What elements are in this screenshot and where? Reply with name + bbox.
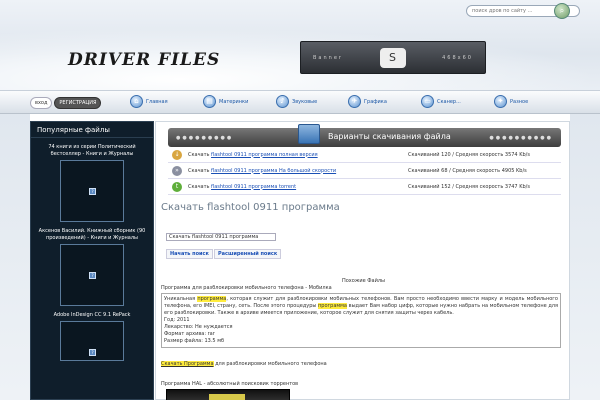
torrent-icon: t [172,181,182,192]
banner-label: Banner [313,54,343,61]
download-stats: Скачиваний 68 / Средняя скорость 4905 Kb… [408,167,527,174]
file-year: Год: 2011 [164,317,190,323]
download-link[interactable]: flashtool 0911 программа На большой скор… [211,168,336,174]
file-format: Формат архива: rar [164,331,215,337]
popular-file-caption[interactable]: Аксенов Василий. Книжный сборник (90 про… [37,228,147,242]
search-query-field[interactable]: Скачать flashtool 0911 программа [166,233,276,241]
desc-text: Уникальная [164,296,198,302]
nav-item-label: Звуковые [292,98,318,105]
popular-file-item[interactable]: Аксенов Василий. Книжный сборник (90 про… [31,228,153,306]
nav-item-label: Разное [510,98,529,105]
nav-item-label: Главная [146,98,168,105]
banner-size: 468x60 [442,54,473,61]
nav-item-sound[interactable]: ♪ Звуковые [276,95,317,108]
banner-logo-icon: S [379,47,406,68]
download-prefix: Скачать [188,167,210,174]
register-button[interactable]: РЕГИСТРАЦИЯ [54,97,102,109]
download-prefix: Скачать [188,183,210,190]
download-options-title: Варианты скачивания файла [328,132,451,141]
nav-item-label: Графика [364,98,387,105]
highlight-link[interactable]: Скачать Программа [161,361,214,367]
start-search-button[interactable]: Начать поиск [166,249,213,259]
similar-file-title[interactable]: Программа HAL - абсолютный поисковик тор… [161,381,298,387]
download-label: Скачать flashtool 0911 программа полная … [188,152,408,158]
file-size: Размер файла: 13.5 мб [164,338,225,344]
misc-icon: ✦ [494,95,507,108]
similar-file-title[interactable]: Программа для разблокировки мобильного т… [161,285,332,291]
right-page-margin [570,90,600,400]
nav-item-home[interactable]: ⌂ Главная [130,95,168,108]
popular-file-thumbnail[interactable]: ? [60,160,124,222]
download-stats: Скачиваний 120 / Средняя скорость 3574 K… [408,151,530,158]
download-icon: ↓ [172,149,182,160]
image-placeholder-icon: ? [89,188,96,195]
left-page-margin [0,90,30,400]
fast-download-icon: » [172,165,182,176]
download-label: Скачать flashtool 0911 программа torrent [188,184,408,190]
site-logo[interactable]: DRIVER FILES [68,50,220,70]
download-link[interactable]: flashtool 0911 программа полная версия [211,152,318,158]
download-row: » Скачать flashtool 0911 программа На бо… [168,163,561,179]
login-button[interactable]: вход [30,97,53,109]
highlight-term: программа [197,296,227,302]
popular-file-caption[interactable]: Adobe InDesign CC 9.1 RePack [37,312,147,319]
download-options-header: ●●●●●●●●● Варианты скачивания файла ●●●●… [168,124,561,147]
graphics-icon: ✈ [348,95,361,108]
image-placeholder-icon: ? [89,349,96,356]
download-label: Скачать flashtool 0911 программа На боль… [188,168,408,174]
screenshot-detail [209,394,245,400]
popular-file-thumbnail[interactable]: ? [60,321,124,361]
download-prefix: Скачать [188,151,210,158]
header-dots-right: ●●●●●●●●●● [489,135,553,141]
similar-file-download-link[interactable]: Скачать Программа для разблокировки моби… [161,361,327,367]
popular-file-caption[interactable]: 74 книги из серии Политический бестселле… [37,144,147,158]
similar-file-card: Уникальная программа, которая служит для… [161,293,561,348]
popular-file-item[interactable]: Adobe InDesign CC 9.1 RePack ? [31,312,153,361]
image-placeholder-icon: ? [89,272,96,279]
scanner-icon: ▭ [421,95,434,108]
download-stats: Скачиваний 152 / Средняя скорость 3747 K… [408,183,530,190]
nav-item-motherboards[interactable]: ▤ Материнки [203,95,248,108]
search-button[interactable]: ⌕ [554,3,570,19]
motherboard-icon: ▤ [203,95,216,108]
folder-icon [298,124,320,144]
sound-icon: ♪ [276,95,289,108]
auth-buttons: вход РЕГИСТРАЦИЯ [30,97,102,109]
nav-item-scanners[interactable]: ▭ Сканер... [421,95,461,108]
similar-file-description: Уникальная программа, которая служит для… [164,296,558,317]
similar-file-screenshot[interactable] [166,389,290,400]
download-row: ↓ Скачать flashtool 0911 программа полна… [168,147,561,163]
page-title: Скачать flashtool 0911 программа [161,202,340,213]
file-cure: Лекарство: Не нуждается [164,324,233,330]
nav-item-label: Сканер... [437,98,461,105]
popular-files-sidebar: Популярные файлы 74 книги из серии Полит… [30,121,154,400]
search-icon: ⌕ [559,6,565,15]
sidebar-title: Популярные файлы [31,122,153,138]
main-content: ●●●●●●●●● Варианты скачивания файла ●●●●… [155,121,570,400]
nav-item-label: Материнки [219,98,249,105]
similar-files-heading: Похожие Файлы [341,278,386,284]
main-navbar: вход РЕГИСТРАЦИЯ ⌂ Главная ▤ Материнки ♪ Зв… [0,90,600,114]
download-row: t Скачать flashtool 0911 программа torre… [168,179,561,195]
nav-item-misc[interactable]: ✦ Разное [494,95,528,108]
download-link[interactable]: flashtool 0911 программа torrent [211,184,296,190]
highlight-term: программа [318,303,347,309]
advanced-search-button[interactable]: Расширенный поиск [214,249,282,259]
header-dots-left: ●●●●●●●●● [176,135,234,141]
ad-banner[interactable]: Banner S 468x60 [300,41,486,74]
popular-file-item[interactable]: 74 книги из серии Политический бестселле… [31,144,153,222]
nav-item-graphics[interactable]: ✈ Графика [348,95,387,108]
link-rest: для разблокировки мобильного телефона [213,361,327,367]
popular-file-thumbnail[interactable]: ? [60,244,124,306]
home-icon: ⌂ [130,95,143,108]
